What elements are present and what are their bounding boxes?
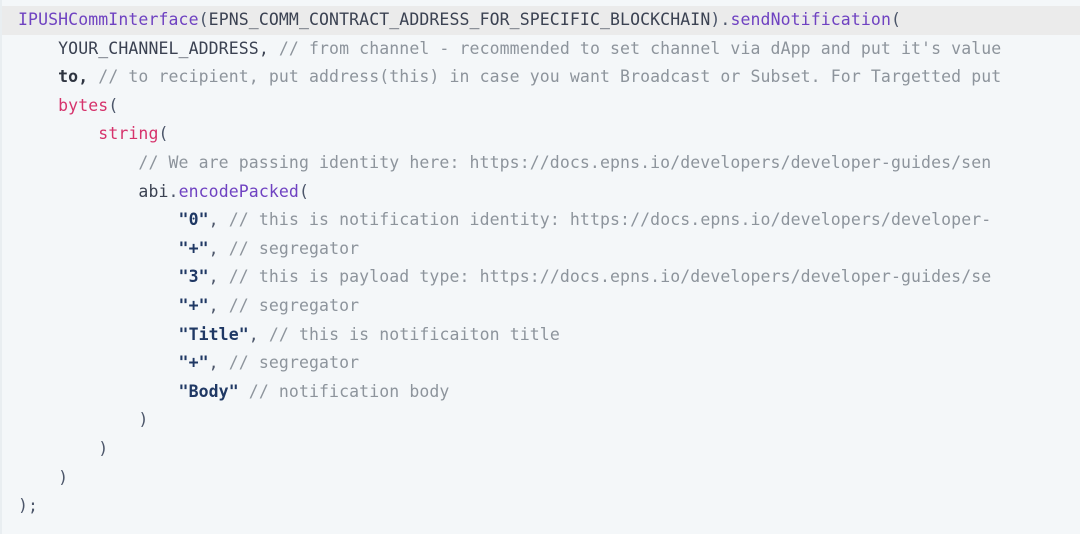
code-token-string: "+"	[178, 238, 209, 258]
code-token-string: "0"	[178, 210, 209, 230]
code-token-punct: (	[108, 95, 119, 115]
code-token-punct: ,	[208, 238, 219, 258]
code-line: "Body" // notification body	[2, 378, 1080, 407]
code-token-string: "+"	[178, 353, 209, 373]
code-line: to, // to recipient, put address(this) i…	[2, 63, 1080, 92]
code-line: IPUSHCommInterface(EPNS_COMM_CONTRACT_AD…	[2, 6, 1080, 35]
code-line: )	[2, 406, 1080, 435]
code-token-punct: (	[198, 10, 209, 29]
code-token-comment: // notification body	[238, 381, 450, 401]
code-line: )	[2, 435, 1080, 464]
code-lines-container: IPUSHCommInterface(EPNS_COMM_CONTRACT_AD…	[2, 0, 1080, 521]
code-token-punct: (	[298, 181, 310, 201]
code-token-string: "Body"	[178, 381, 239, 401]
code-token-comment: // segregator	[218, 238, 360, 258]
code-token-string: "+"	[178, 295, 209, 315]
code-line: "+", // segregator	[2, 235, 1080, 264]
code-token-punct: )	[138, 410, 149, 430]
code-token-punct: (	[890, 10, 902, 29]
code-token-comment: // We are passing identity here: https:/…	[138, 152, 992, 172]
code-token-comment: // segregator	[218, 295, 360, 315]
code-token-keyword: string	[98, 124, 159, 144]
code-token-punct: ,	[208, 353, 219, 373]
code-token-function: sendNotification	[730, 10, 891, 29]
code-token-keyword: bytes	[58, 95, 109, 115]
code-token-comment: // to recipient, put address(this) in ca…	[88, 67, 1002, 87]
code-token-comment: // from channel - recommended to set cha…	[268, 38, 1002, 58]
code-token-string: "3"	[178, 267, 209, 287]
code-token-punct: ).	[710, 10, 731, 29]
code-line: bytes(	[2, 92, 1080, 121]
code-token-punct: )	[58, 467, 69, 487]
code-token-function: encodePacked	[178, 181, 299, 201]
code-token-punct: ,	[208, 210, 219, 230]
code-line: );	[2, 492, 1080, 521]
code-token-comment: // this is notificaiton title	[258, 324, 560, 344]
code-line: )	[2, 464, 1080, 493]
code-token-punct: ,	[208, 295, 219, 315]
code-token-punct: )	[98, 438, 109, 458]
code-token-plain: EPNS_COMM_CONTRACT_ADDRESS_FOR_SPECIFIC_…	[208, 10, 711, 29]
code-token-ident: to,	[58, 67, 89, 87]
code-token-comment: // this is payload type: https://docs.ep…	[218, 267, 992, 287]
code-token-comment: // segregator	[218, 353, 360, 373]
code-token-plain: abi	[138, 181, 169, 201]
code-line: "0", // this is notification identity: h…	[2, 206, 1080, 235]
code-token-punct: (	[158, 124, 169, 144]
code-line: string(	[2, 120, 1080, 149]
code-line: // We are passing identity here: https:/…	[2, 149, 1080, 178]
code-line: "Title", // this is notificaiton title	[2, 321, 1080, 350]
code-token-punct: ,	[248, 324, 259, 344]
code-line: "+", // segregator	[2, 292, 1080, 321]
code-block[interactable]: IPUSHCommInterface(EPNS_COMM_CONTRACT_AD…	[0, 0, 1080, 534]
code-line: abi.encodePacked(	[2, 178, 1080, 207]
code-token-plain: YOUR_CHANNEL_ADDRESS,	[58, 38, 269, 58]
code-line: "+", // segregator	[2, 349, 1080, 378]
code-line: "3", // this is payload type: https://do…	[2, 263, 1080, 292]
code-token-punct: .	[168, 181, 179, 201]
code-line: YOUR_CHANNEL_ADDRESS, // from channel - …	[2, 35, 1080, 64]
code-token-type: IPUSHCommInterface	[18, 10, 199, 29]
code-token-comment: // this is notification identity: https:…	[218, 210, 992, 230]
code-token-punct: ,	[208, 267, 219, 287]
code-token-string: "Title"	[178, 324, 249, 344]
code-token-punct: );	[18, 496, 39, 516]
